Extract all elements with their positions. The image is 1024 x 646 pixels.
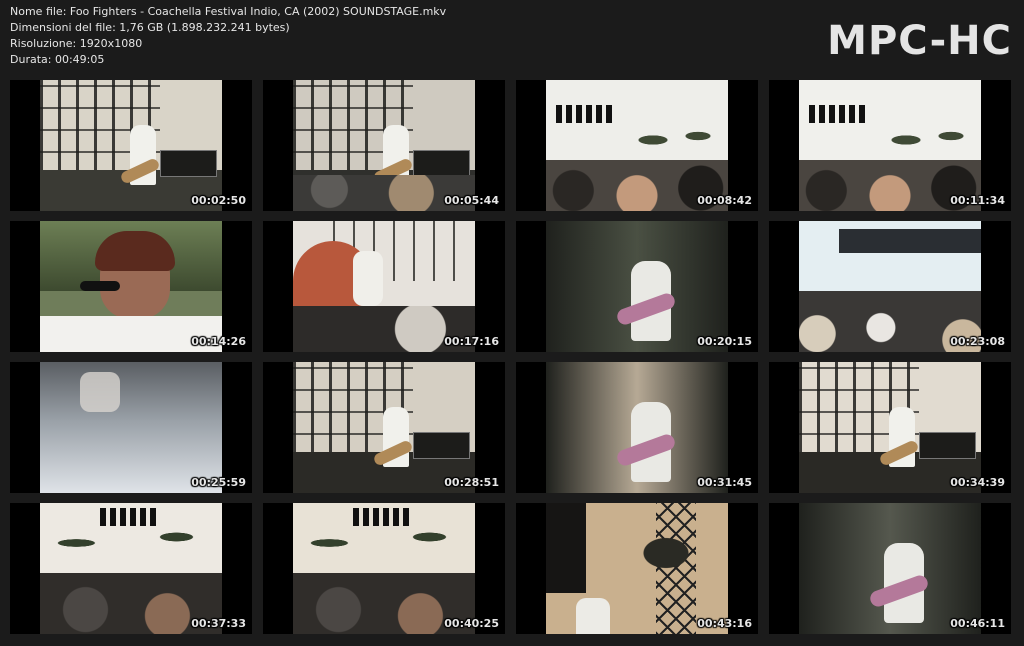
thumbnail-timestamp: 00:25:59 [191,476,246,489]
light-rig [556,105,616,123]
thumbnail: 00:02:50 [10,80,252,211]
thumbnail-timestamp: 00:17:16 [444,335,499,348]
blur-band [40,362,222,493]
palm-trees [879,120,969,160]
thumbnail-timestamp: 00:08:42 [697,194,752,207]
thumbnail-frame [546,503,728,634]
thumbnail-timestamp: 00:28:51 [444,476,499,489]
thumbnail-timestamp: 00:37:33 [191,617,246,630]
thumbnail-timestamp: 00:02:50 [191,194,246,207]
palm-tree [636,533,696,573]
amp-stack [413,150,470,177]
thumbnail-frame [293,221,475,352]
light-rig [353,508,413,526]
thumbnail-frame [293,503,475,634]
thumbnail-timestamp: 00:23:08 [950,335,1005,348]
thumbnail: 00:17:16 [263,221,505,352]
amp-stack [160,150,217,177]
thumbnail-timestamp: 00:40:25 [444,617,499,630]
thumbnail-frame [40,362,222,493]
stage-roof [839,229,981,253]
thumbnail: 00:43:16 [516,503,758,634]
thumbnail-timestamp: 00:43:16 [697,617,752,630]
palm-trees [626,120,716,160]
thumbnail: 00:40:25 [263,503,505,634]
thumbnail-timestamp: 00:31:45 [697,476,752,489]
thumbnail-frame [546,80,728,211]
thumbnail: 00:23:08 [769,221,1011,352]
thumbnail: 00:08:42 [516,80,758,211]
amp-stack [919,432,976,459]
thumbnail-frame [546,362,728,493]
thumbnail-frame [546,221,728,352]
thumbnail-timestamp: 00:05:44 [444,194,499,207]
thumbnail-timestamp: 00:20:15 [697,335,752,348]
thumbnail-frame [799,362,981,493]
thumbnail-timestamp: 00:14:26 [191,335,246,348]
thumbnail-frame [799,80,981,211]
thumbnail-frame [799,503,981,634]
light-rig [809,105,869,123]
thumbnail: 00:31:45 [516,362,758,493]
thumbnail: 00:25:59 [10,362,252,493]
thumbnail-frame [40,80,222,211]
thumbnail-timestamp: 00:46:11 [950,617,1005,630]
thumbnail-timestamp: 00:34:39 [950,476,1005,489]
thumbnail: 00:11:34 [769,80,1011,211]
performer [80,372,120,412]
thumbnail-frame [40,221,222,352]
speaker-stack [546,503,586,593]
performer [353,251,383,306]
amp-stack [413,432,470,459]
performer [576,598,610,634]
thumbnail-frame [293,362,475,493]
thumbnail-grid: 00:02:50 00:05:44 00:08:42 00:11:34 00:14:26… [0,0,1024,646]
thumbnail: 00:05:44 [263,80,505,211]
thumbnail: 00:37:33 [10,503,252,634]
light-rig [100,508,160,526]
thumbnail-timestamp: 00:11:34 [950,194,1005,207]
thumbnail: 00:34:39 [769,362,1011,493]
microphone [80,281,120,291]
thumbnail: 00:28:51 [263,362,505,493]
thumbnail-frame [293,80,475,211]
thumbnail-frame [799,221,981,352]
thumbnail: 00:20:15 [516,221,758,352]
thumbnail: 00:14:26 [10,221,252,352]
thumbnail-frame [40,503,222,634]
thumbnail: 00:46:11 [769,503,1011,634]
